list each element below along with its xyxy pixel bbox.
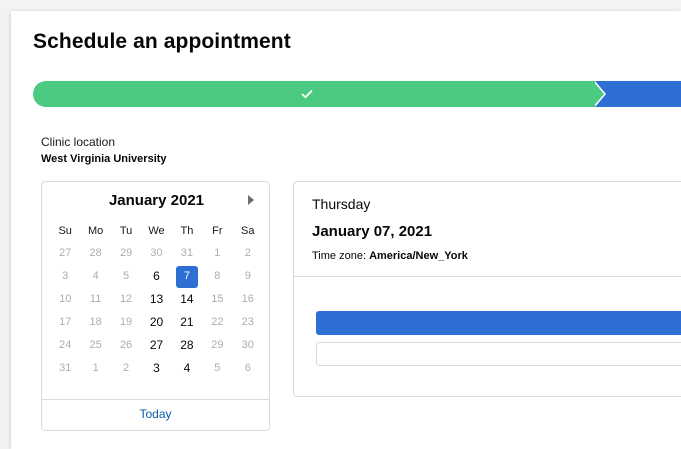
progress-indicator: [33, 81, 681, 107]
calendar-day[interactable]: 6: [233, 357, 263, 380]
calendar-week-row: 31 1 2 3 4 5 6: [50, 357, 263, 380]
calendar-weekday-row: Su Mo Tu We Th Fr Sa: [50, 220, 263, 242]
calendar-day[interactable]: 6: [141, 265, 171, 288]
timezone-label: Time zone:: [312, 250, 370, 262]
calendar-week-row: 27 28 29 30 31 1 2: [50, 242, 263, 265]
calendar-day[interactable]: 27: [50, 242, 80, 265]
calendar-day[interactable]: 30: [233, 334, 263, 357]
appointment-card: Schedule an appointment Clinic location …: [11, 11, 681, 449]
selected-date: January 07, 2021: [312, 223, 433, 240]
calendar-day[interactable]: 22: [202, 311, 232, 334]
weekday-header: Su: [58, 225, 72, 237]
time-slot-option[interactable]: [316, 342, 681, 366]
calendar-day[interactable]: 28: [172, 334, 202, 357]
weekday-header: Tu: [119, 225, 133, 237]
calendar-day[interactable]: 23: [233, 311, 263, 334]
calendar-day[interactable]: 13: [141, 288, 171, 311]
calendar-day[interactable]: 29: [111, 242, 141, 265]
calendar-day[interactable]: 12: [111, 288, 141, 311]
calendar-day[interactable]: 2: [233, 242, 263, 265]
calendar-day[interactable]: 5: [202, 357, 232, 380]
timezone-value: America/New_York: [369, 250, 468, 262]
calendar-day[interactable]: 14: [172, 288, 202, 311]
selected-day-name: Thursday: [312, 196, 371, 212]
calendar-day[interactable]: 27: [141, 334, 171, 357]
calendar-day[interactable]: 2: [111, 357, 141, 380]
calendar-week-row: 24 25 26 27 28 29 30: [50, 334, 263, 357]
weekday-header: Sa: [241, 225, 255, 237]
calendar-day[interactable]: 31: [50, 357, 80, 380]
check-icon: [301, 90, 313, 99]
calendar-day[interactable]: 16: [233, 288, 263, 311]
weekday-header: Fr: [212, 225, 223, 237]
clinic-location-label: Clinic location: [41, 135, 116, 149]
clinic-location-value: West Virginia University: [41, 153, 167, 165]
calendar-day[interactable]: 1: [202, 242, 232, 265]
calendar-day[interactable]: 28: [80, 242, 110, 265]
calendar-week-row: 3456789: [50, 265, 263, 288]
progress-step-complete[interactable]: [33, 81, 595, 107]
calendar-day[interactable]: 18: [80, 311, 110, 334]
page-title: Schedule an appointment: [33, 30, 291, 53]
calendar-day[interactable]: 21: [172, 311, 202, 334]
weekday-header: We: [148, 225, 165, 237]
calendar-day[interactable]: 4: [80, 265, 110, 288]
calendar-day[interactable]: 30: [141, 242, 171, 265]
calendar-weeks: 27 28 29 30 31 1 2 3 4 5 6 7 8 9 10 11 12 13 14 15 16 17 18 19 2…: [50, 242, 263, 380]
calendar-day[interactable]: 10: [50, 288, 80, 311]
timezone-text: Time zone: America/New_York: [312, 250, 468, 262]
calendar-day[interactable]: 11: [80, 288, 110, 311]
calendar-week-row: 10 11 12 13 14 15 16: [50, 288, 263, 311]
calendar-day[interactable]: 25: [80, 334, 110, 357]
progress-complete-tip: [593, 81, 604, 107]
weekday-header: Mo: [87, 225, 104, 237]
calendar-day[interactable]: 4: [172, 357, 202, 380]
panel-divider: [294, 276, 681, 277]
calendar-day[interactable]: 3: [141, 357, 171, 380]
calendar-day[interactable]: 20: [141, 311, 171, 334]
calendar-week-row: 17 18 19 20 21 22 23: [50, 311, 263, 334]
calendar-day[interactable]: 9: [233, 265, 263, 288]
calendar-day[interactable]: 31: [172, 242, 202, 265]
date-picker-calendar: January 2021 Su Mo Tu We Th Fr Sa 27 28 29 30 31 1 2…: [41, 181, 270, 431]
calendar-month-label: January 2021: [108, 192, 205, 209]
calendar-day[interactable]: 3: [50, 265, 80, 288]
weekday-header: Th: [180, 225, 194, 237]
appointment-details-panel: Thursday January 07, 2021 Time zone: Ame…: [293, 181, 681, 397]
next-month-icon[interactable]: [248, 195, 254, 205]
calendar-day[interactable]: 8: [202, 265, 232, 288]
today-button[interactable]: Today: [42, 399, 269, 430]
calendar-day[interactable]: 15: [202, 288, 232, 311]
calendar-day[interactable]: 24: [50, 334, 80, 357]
calendar-day[interactable]: 17: [50, 311, 80, 334]
calendar-day[interactable]: 26: [111, 334, 141, 357]
calendar-day[interactable]: 1: [80, 357, 110, 380]
calendar-day[interactable]: 19: [111, 311, 141, 334]
time-slot-selected[interactable]: [316, 311, 681, 335]
calendar-day-selected[interactable]: 7: [172, 265, 202, 288]
calendar-day[interactable]: 5: [111, 265, 141, 288]
progress-step-current[interactable]: [593, 81, 681, 107]
calendar-day[interactable]: 29: [202, 334, 232, 357]
calendar-grid: Su Mo Tu We Th Fr Sa 27 28 29 30 31 1 2 3 4 5 6 7 8 9 10 11 12…: [50, 220, 263, 380]
